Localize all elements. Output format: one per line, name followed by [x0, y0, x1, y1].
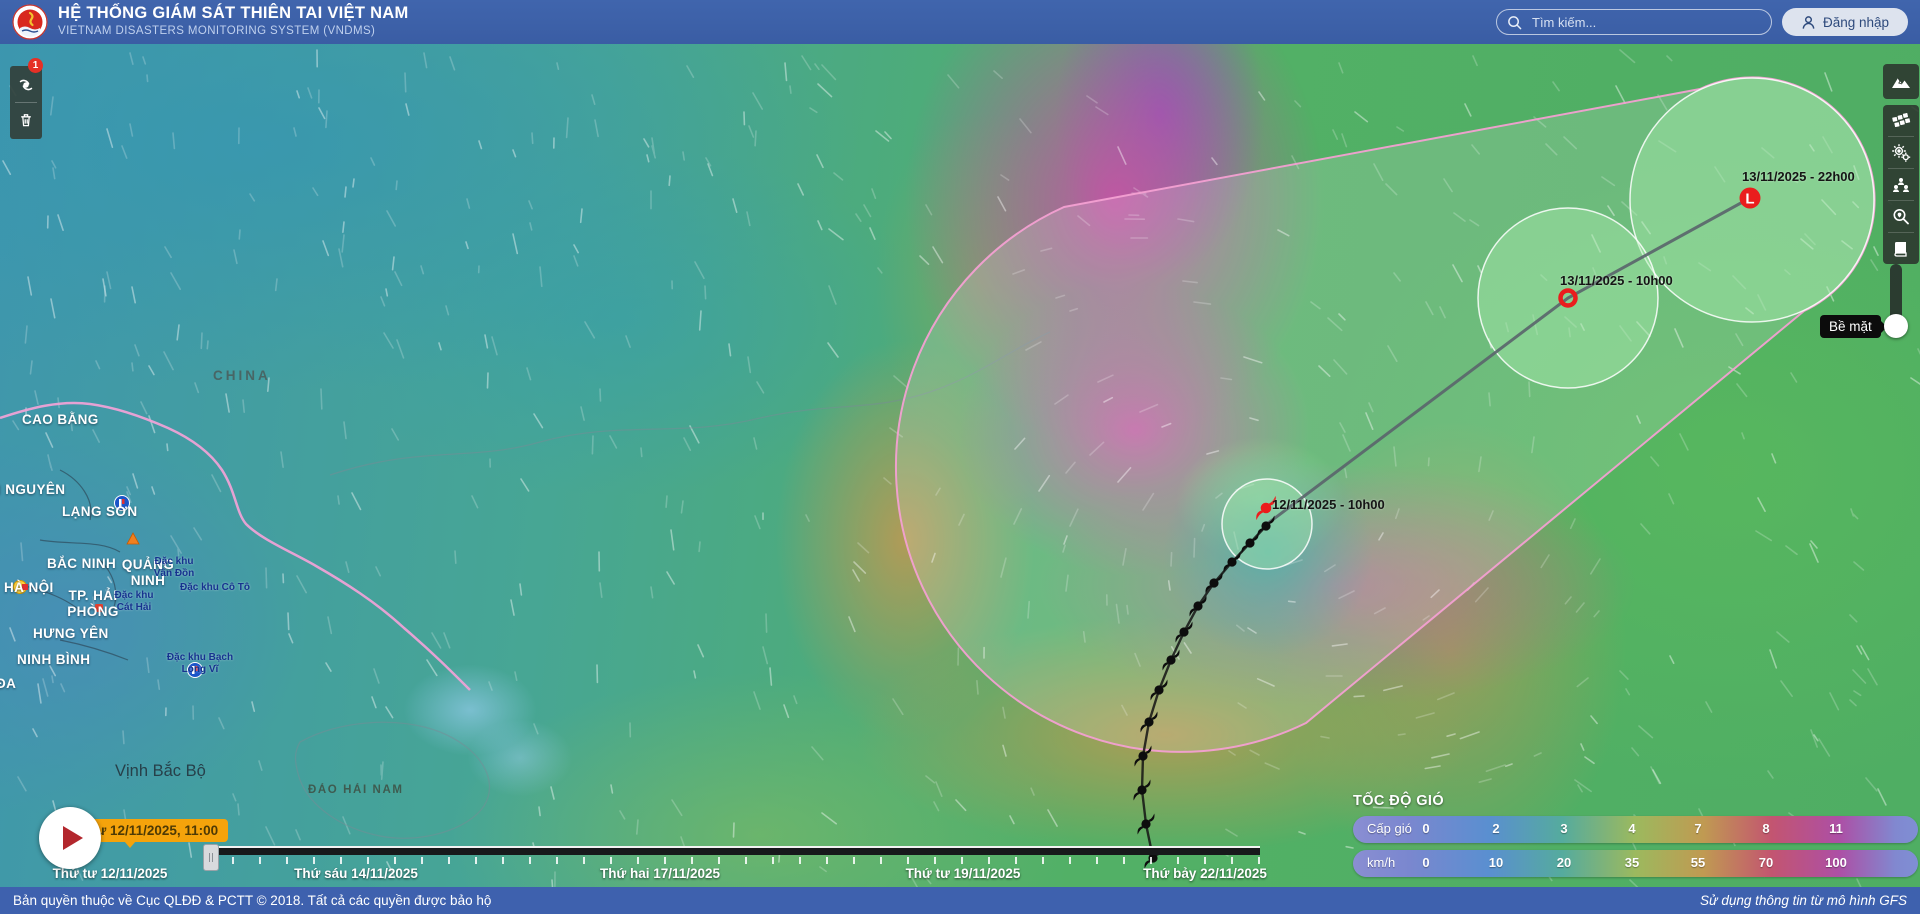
header-titles: HỆ THỐNG GIÁM SÁT THIÊN TAI VIỆT NAM VIE…: [58, 4, 409, 38]
search-box[interactable]: [1496, 9, 1772, 35]
legend-value: 0: [1422, 821, 1429, 836]
book-icon: [1890, 238, 1912, 260]
storm-count-badge: 1: [28, 58, 43, 73]
app-footer: Bản quyền thuộc về Cục QLĐĐ & PCTT © 201…: [0, 887, 1920, 914]
legend-beaufort-label: Cấp gió: [1367, 821, 1412, 836]
legend-value: 10: [1489, 855, 1503, 870]
hainan-outline: [296, 722, 490, 838]
basemap-button[interactable]: [1883, 105, 1919, 136]
storm-tools-panel: [10, 66, 42, 139]
legend-value: 20: [1557, 855, 1571, 870]
app-title: HỆ THỐNG GIÁM SÁT THIÊN TAI VIỆT NAM: [58, 4, 409, 23]
svg-text:L: L: [1745, 191, 1754, 208]
map-vector-layer: L: [0, 0, 1920, 914]
storm-list-button[interactable]: [12, 71, 40, 99]
legend-value: 55: [1691, 855, 1705, 870]
station-marker-bach-long-vi[interactable]: [188, 663, 203, 678]
search-location-button[interactable]: [1883, 201, 1919, 232]
map-tools-group: [1883, 105, 1919, 264]
legend-value: 0: [1422, 855, 1429, 870]
station-marker-hai-phong[interactable]: [95, 604, 103, 612]
legend-value: 35: [1625, 855, 1639, 870]
legend-beaufort-bar: Cấp gió 0 2 3 4 7 8 11: [1353, 816, 1918, 843]
timeline-date: Thứ sáu 14/11/2025: [294, 866, 418, 881]
warning-marker-orange[interactable]: [127, 533, 139, 544]
legend-value: 8: [1762, 821, 1769, 836]
user-icon: [1801, 15, 1816, 30]
surface-tooltip: Bề mặt: [1820, 315, 1881, 338]
guide-button[interactable]: [1883, 233, 1919, 264]
app-header: HỆ THỐNG GIÁM SÁT THIÊN TAI VIỆT NAM VIE…: [0, 0, 1920, 44]
model-settings-button[interactable]: [1883, 137, 1919, 168]
legend-value: 7: [1694, 821, 1701, 836]
cyclone-icon: [18, 74, 34, 96]
app-subtitle: VIETNAM DISASTERS MONITORING SYSTEM (VND…: [58, 25, 409, 38]
search-input[interactable]: [1530, 14, 1754, 31]
legend-title: TỐC ĐỘ GIÓ: [1353, 793, 1918, 809]
search-location-icon: [1890, 206, 1912, 228]
legend-value: 11: [1829, 821, 1843, 836]
forecast-marker-22h[interactable]: L: [1740, 188, 1761, 209]
play-button[interactable]: [39, 807, 101, 869]
legend-value: 3: [1560, 821, 1567, 836]
vndms-app: L CHINA CAO BẰNG THÁI NGUYÊN LẠNG SƠN BẮ…: [0, 0, 1920, 914]
timeline-date: Thứ tư 19/11/2025: [906, 866, 1021, 881]
timeline-ticks: [205, 857, 1260, 864]
legend-value: 70: [1759, 855, 1773, 870]
login-button[interactable]: Đăng nhập: [1782, 8, 1908, 36]
legend-kmh-label: km/h: [1367, 855, 1395, 870]
station-marker-ha-noi[interactable]: [14, 581, 29, 594]
vndms-logo-emblem: [12, 4, 48, 40]
search-icon: [1507, 15, 1522, 30]
altitude-slider-knob[interactable]: [1884, 314, 1908, 338]
login-label: Đăng nhập: [1823, 15, 1889, 30]
legend-value: 4: [1628, 821, 1635, 836]
timeline-date: Thứ hai 17/11/2025: [600, 866, 720, 881]
timeline-thumb[interactable]: [203, 844, 219, 871]
province-borders: [20, 470, 128, 660]
people-icon: [1890, 174, 1912, 196]
legend-kmh-bar: km/h 0 10 20 35 55 70 100: [1353, 850, 1918, 877]
trash-icon: [18, 111, 34, 129]
map-viewport[interactable]: L CHINA CAO BẰNG THÁI NGUYÊN LẠNG SƠN BẮ…: [0, 0, 1920, 914]
legend-value: 100: [1825, 855, 1847, 870]
gears-icon: [1890, 142, 1912, 164]
model-source-text: Sử dụng thông tin từ mô hình GFS: [1700, 893, 1907, 908]
vndms-logo: [12, 4, 48, 40]
wind-speed-legend: TỐC ĐỘ GIÓ Cấp gió 0 2 3 4 7 8 11 km/h 0…: [1353, 793, 1918, 877]
timeline-bar[interactable]: [205, 846, 1260, 855]
map-layers-icon: [1890, 110, 1912, 132]
station-marker-lang-son[interactable]: [115, 496, 130, 511]
terrain-button[interactable]: [1883, 64, 1919, 99]
copyright-text: Bản quyền thuộc về Cục QLĐĐ & PCTT © 201…: [13, 893, 491, 908]
clear-storms-button[interactable]: [12, 106, 40, 134]
panel-divider: [15, 102, 37, 103]
national-border: [0, 403, 470, 690]
organization-button[interactable]: [1883, 169, 1919, 200]
legend-value: 2: [1492, 821, 1499, 836]
timeline-date: Thứ bảy 22/11/2025: [1143, 866, 1267, 881]
play-icon: [63, 826, 83, 850]
mountains-icon: [1890, 71, 1912, 93]
